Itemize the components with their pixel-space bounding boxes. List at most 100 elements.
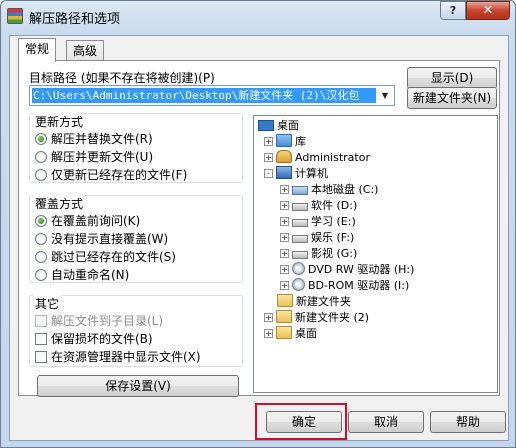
expand-icon[interactable]: + <box>280 281 289 290</box>
checkbox-icon[interactable] <box>35 333 47 345</box>
help-title-button[interactable]: ? <box>440 1 466 20</box>
tree-node-drive-e[interactable]: + 学习 (E:) <box>280 214 356 230</box>
tree-node-label: BD-ROM 驱动器 (I:) <box>308 279 410 292</box>
ok-button-highlight <box>255 403 347 440</box>
target-path-value[interactable]: C:\Users\Administrator\Desktop\新建文件夹 (2)… <box>32 88 376 103</box>
tree-node-label: 计算机 <box>295 167 328 180</box>
checkbox-icon[interactable] <box>35 351 47 363</box>
tree-node-drive-h[interactable]: + DVD RW 驱动器 (H:) <box>280 262 414 278</box>
radio-icon[interactable] <box>35 151 47 163</box>
save-settings-button[interactable]: 保存设置(V) <box>37 375 239 397</box>
tab-general[interactable]: 常规 <box>18 38 57 62</box>
checkbox-label: 解压文件到子目录(L) <box>51 314 164 328</box>
checkbox-keep-broken-files[interactable]: 保留损坏的文件(B) <box>35 331 153 347</box>
overwrite-mode-title: 覆盖方式 <box>33 195 86 212</box>
tree-node-drive-c[interactable]: + 本地磁盘 (C:) <box>280 182 378 198</box>
tree-node-drive-g[interactable]: + 影视 (G:) <box>280 246 357 262</box>
tree-node-new-folder-2[interactable]: + 新建文件夹 (2) <box>264 310 369 326</box>
radio-label: 解压并替换文件(R) <box>51 132 153 146</box>
cancel-button[interactable]: 取消 <box>348 411 424 433</box>
tree-node-label: 娱乐 (F:) <box>311 231 355 244</box>
target-path-label: 目标路径 (如果不存在将被创建)(P) <box>29 71 215 85</box>
checkbox-icon <box>35 315 47 327</box>
expand-icon[interactable]: + <box>280 217 289 226</box>
collapse-icon[interactable]: - <box>264 169 273 178</box>
tree-node-computer[interactable]: - 计算机 <box>264 166 328 182</box>
radio-label: 解压并更新文件(U) <box>51 150 154 164</box>
radio-label: 自动重命名(N) <box>51 268 130 282</box>
checkbox-label: 在资源管理器中显示文件(X) <box>51 350 201 364</box>
show-button[interactable]: 显示(D) <box>407 67 497 89</box>
tree-node-label: 新建文件夹 (2) <box>295 311 370 324</box>
title-bar[interactable]: 解压路径和选项 ? ✕ <box>1 1 515 31</box>
misc-title: 其它 <box>33 295 62 312</box>
drive-icon <box>292 203 308 211</box>
tree-node-desktop-folder[interactable]: + 桌面 <box>264 326 317 342</box>
folder-icon <box>277 294 293 307</box>
tree-node-drive-i[interactable]: + BD-ROM 驱动器 (I:) <box>280 278 409 294</box>
tree-node-label: 软件 (D:) <box>311 199 358 212</box>
radio-auto-rename[interactable]: 自动重命名(N) <box>35 267 129 283</box>
radio-selected-icon[interactable] <box>35 215 47 227</box>
expand-icon[interactable]: + <box>264 329 273 338</box>
optical-drive-icon <box>292 262 305 275</box>
radio-selected-icon[interactable] <box>35 133 47 145</box>
checkbox-show-in-explorer[interactable]: 在资源管理器中显示文件(X) <box>35 349 201 365</box>
radio-icon[interactable] <box>35 169 47 181</box>
expand-icon[interactable]: + <box>280 249 289 258</box>
radio-extract-update[interactable]: 解压并更新文件(U) <box>35 149 153 165</box>
expand-icon[interactable]: + <box>280 201 289 210</box>
radio-overwrite-without-prompt[interactable]: 没有提示直接覆盖(W) <box>35 231 168 247</box>
desktop-icon <box>258 120 274 131</box>
new-folder-button[interactable]: 新建文件夹(N) <box>407 87 497 109</box>
expand-icon[interactable]: + <box>264 153 273 162</box>
general-tab-panel: 目标路径 (如果不存在将被创建)(P) C:\Users\Administrat… <box>18 60 500 397</box>
drive-icon <box>292 235 308 243</box>
radio-skip-existing[interactable]: 跳过已经存在的文件(S) <box>35 249 176 265</box>
tree-node-label: 桌面 <box>295 327 317 340</box>
checkbox-extract-to-subfolder: 解压文件到子目录(L) <box>35 313 163 329</box>
tree-node-administrator[interactable]: + Administrator <box>264 150 370 166</box>
radio-icon[interactable] <box>35 251 47 263</box>
radio-label: 跳过已经存在的文件(S) <box>51 250 176 264</box>
dialog-client-area: 常规 高级 目标路径 (如果不存在将被创建)(P) C:\Users\Admin… <box>9 35 509 441</box>
radio-icon[interactable] <box>35 269 47 281</box>
tree-node-label: 新建文件夹 <box>296 295 351 308</box>
tree-node-label: Administrator <box>295 151 370 164</box>
radio-label: 仅更新已经存在的文件(F) <box>51 168 188 182</box>
help-button[interactable]: 帮助 <box>430 411 506 433</box>
expand-icon[interactable]: + <box>280 185 289 194</box>
chevron-down-icon[interactable]: ▼ <box>378 88 392 103</box>
tab-advanced[interactable]: 高级 <box>66 40 105 62</box>
folder-icon <box>276 310 292 323</box>
tree-node-new-folder[interactable]: 新建文件夹 <box>277 294 351 310</box>
drive-icon <box>292 251 308 259</box>
target-path-combobox[interactable]: C:\Users\Administrator\Desktop\新建文件夹 (2)… <box>29 85 395 106</box>
tree-node-label: 库 <box>295 135 306 148</box>
expand-icon[interactable]: + <box>280 265 289 274</box>
library-icon <box>276 134 292 147</box>
radio-update-existing[interactable]: 仅更新已经存在的文件(F) <box>35 167 187 183</box>
window-title: 解压路径和选项 <box>29 12 121 27</box>
tree-node-label: 本地磁盘 (C:) <box>311 183 379 196</box>
tree-node-desktop[interactable]: 桌面 <box>258 118 299 134</box>
drive-icon <box>292 219 308 227</box>
tree-node-label: DVD RW 驱动器 (H:) <box>308 263 415 276</box>
tree-node-label: 学习 (E:) <box>311 215 356 228</box>
expand-icon[interactable]: + <box>280 233 289 242</box>
close-button[interactable]: ✕ <box>466 1 510 20</box>
tree-node-libraries[interactable]: + 库 <box>264 134 306 150</box>
checkbox-label: 保留损坏的文件(B) <box>51 332 153 346</box>
tree-node-drive-f[interactable]: + 娱乐 (F:) <box>280 230 354 246</box>
tree-node-label: 桌面 <box>277 119 299 132</box>
update-mode-title: 更新方式 <box>33 113 86 130</box>
radio-ask-before-overwrite[interactable]: 在覆盖前询问(K) <box>35 213 140 229</box>
radio-label: 没有提示直接覆盖(W) <box>51 232 169 246</box>
expand-icon[interactable]: + <box>264 137 273 146</box>
radio-extract-replace[interactable]: 解压并替换文件(R) <box>35 131 153 147</box>
radio-label: 在覆盖前询问(K) <box>51 214 141 228</box>
folder-tree[interactable]: 桌面 + 库 + Administrator - 计算机 + 本地磁盘 (C:) + 软件… <box>253 115 498 393</box>
expand-icon[interactable]: + <box>264 313 273 322</box>
tree-node-drive-d[interactable]: + 软件 (D:) <box>280 198 357 214</box>
radio-icon[interactable] <box>35 233 47 245</box>
